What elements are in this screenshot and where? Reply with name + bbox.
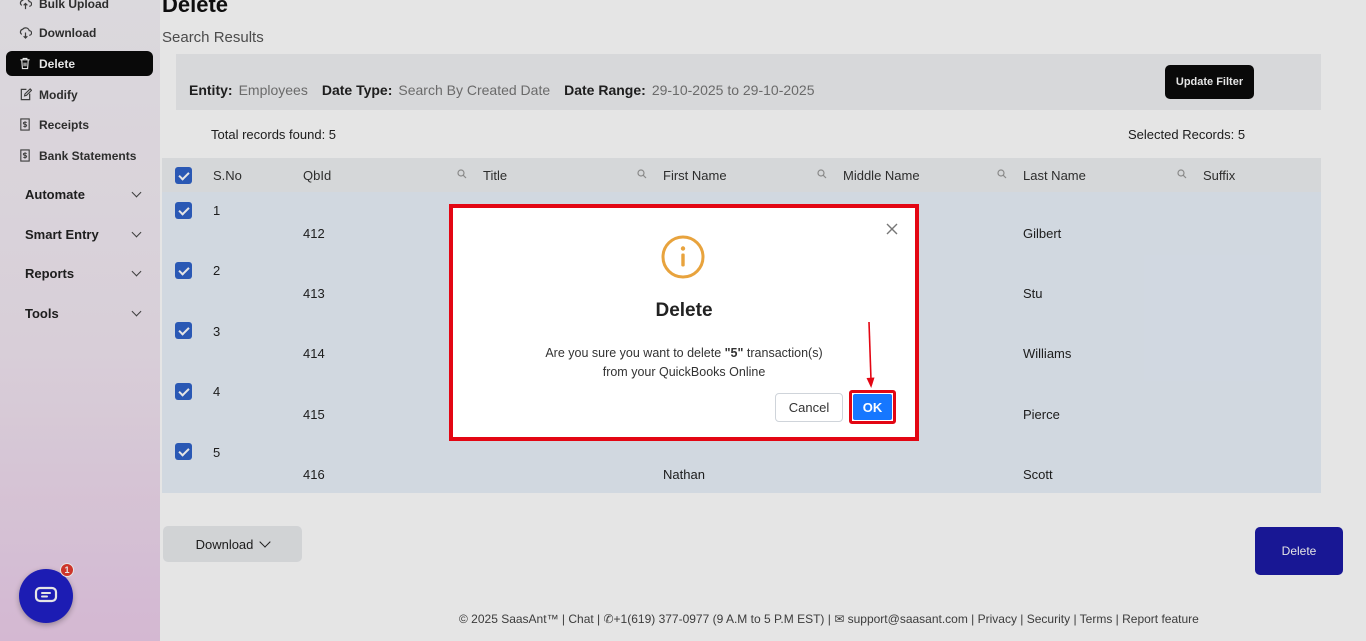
- dialog-message-line1: Are you sure you want to delete "5" tran…: [453, 344, 915, 363]
- dialog-message-pre: Are you sure you want to delete: [545, 346, 725, 360]
- ok-button-highlight: OK: [849, 390, 896, 424]
- annotation-arrow-icon: [866, 322, 875, 388]
- dialog-message-line2: from your QuickBooks Online: [602, 365, 766, 379]
- dialog-message-post: transaction(s): [743, 346, 823, 360]
- dialog-message-count: "5": [724, 346, 744, 360]
- cancel-button[interactable]: Cancel: [775, 393, 843, 422]
- dialog-title: Delete: [655, 300, 713, 321]
- ok-button[interactable]: OK: [853, 394, 892, 420]
- delete-confirm-dialog: Delete Are you sure you want to delete "…: [449, 204, 919, 441]
- close-icon[interactable]: [884, 221, 900, 237]
- info-icon: [661, 235, 705, 279]
- dialog-message: Are you sure you want to delete "5" tran…: [453, 344, 915, 382]
